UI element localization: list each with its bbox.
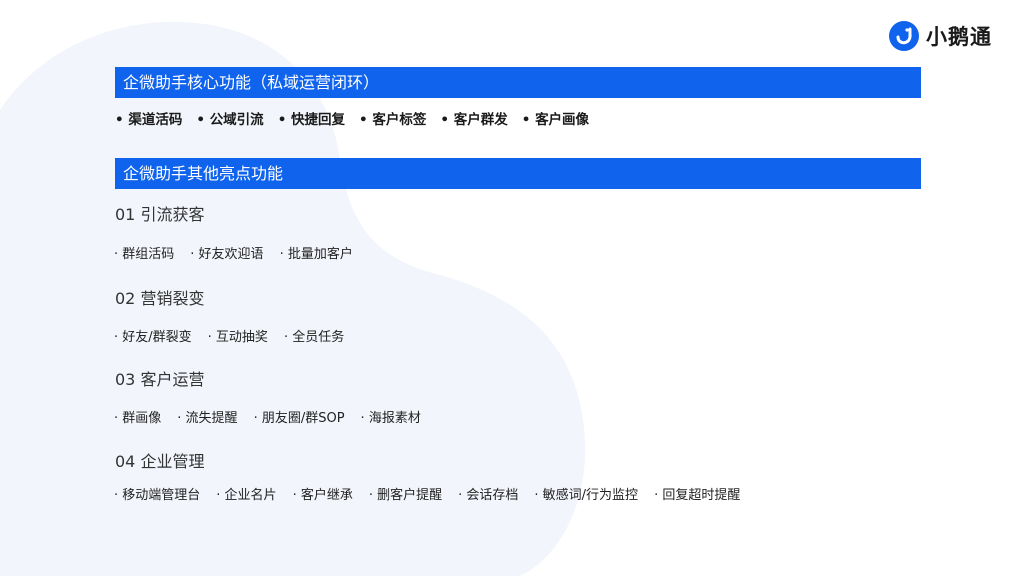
- section-title-customer-ops: 03 客户运营: [115, 370, 205, 389]
- feature-item: 移动端管理台: [114, 484, 200, 503]
- logo-icon: [889, 21, 919, 51]
- section-items-lead-gen: 群组活码 好友欢迎语 批量加客户: [114, 243, 369, 262]
- feature-item: 流失提醒: [177, 407, 238, 426]
- brand-name: 小鹅通: [926, 25, 992, 49]
- brand-logo: 小鹅通: [888, 20, 992, 52]
- feature-item: 群组活码: [114, 243, 174, 262]
- feature-item: 会话存档: [458, 484, 518, 503]
- section-items-customer-ops: 群画像 流失提醒 朋友圈/群SOP 海报素材: [114, 407, 437, 426]
- feature-item: 好友欢迎语: [190, 243, 264, 262]
- section-items-marketing: 好友/群裂变 互动抽奖 全员任务: [114, 326, 360, 345]
- feature-item: 批量加客户: [280, 243, 353, 262]
- core-feature-item: 客户群发: [440, 108, 508, 128]
- feature-item: 回复超时提醒: [654, 484, 740, 503]
- core-feature-item: 渠道活码: [115, 108, 182, 128]
- highlight-features-banner: 企微助手其他亮点功能: [115, 158, 921, 189]
- feature-item: 客户继承: [293, 484, 353, 503]
- core-features-banner: 企微助手核心功能（私域运营闭环）: [115, 67, 921, 98]
- section-title-enterprise-mgmt: 04 企业管理: [115, 452, 205, 471]
- feature-item: 好友/群裂变: [114, 326, 191, 345]
- core-feature-item: 客户画像: [522, 108, 589, 128]
- feature-item: 删客户提醒: [369, 484, 442, 503]
- feature-item: 朋友圈/群SOP: [254, 407, 345, 426]
- core-feature-item: 客户标签: [359, 108, 426, 128]
- section-items-enterprise-mgmt: 移动端管理台 企业名片 客户继承 删客户提醒 会话存档 敏感词/行为监控 回复超…: [114, 484, 756, 503]
- section-title-lead-gen: 01 引流获客: [115, 205, 205, 224]
- feature-item: 敏感词/行为监控: [534, 484, 638, 503]
- core-features-list: 渠道活码 公域引流 快捷回复 客户标签 客户群发 客户画像: [115, 108, 603, 128]
- feature-item: 群画像: [114, 407, 161, 426]
- feature-item: 互动抽奖: [208, 326, 268, 345]
- section-title-marketing: 02 营销裂变: [115, 289, 205, 308]
- feature-item: 全员任务: [284, 326, 344, 345]
- feature-item: 企业名片: [216, 484, 277, 503]
- core-feature-item: 公域引流: [196, 108, 264, 128]
- core-feature-item: 快捷回复: [278, 108, 345, 128]
- feature-item: 海报素材: [361, 407, 421, 426]
